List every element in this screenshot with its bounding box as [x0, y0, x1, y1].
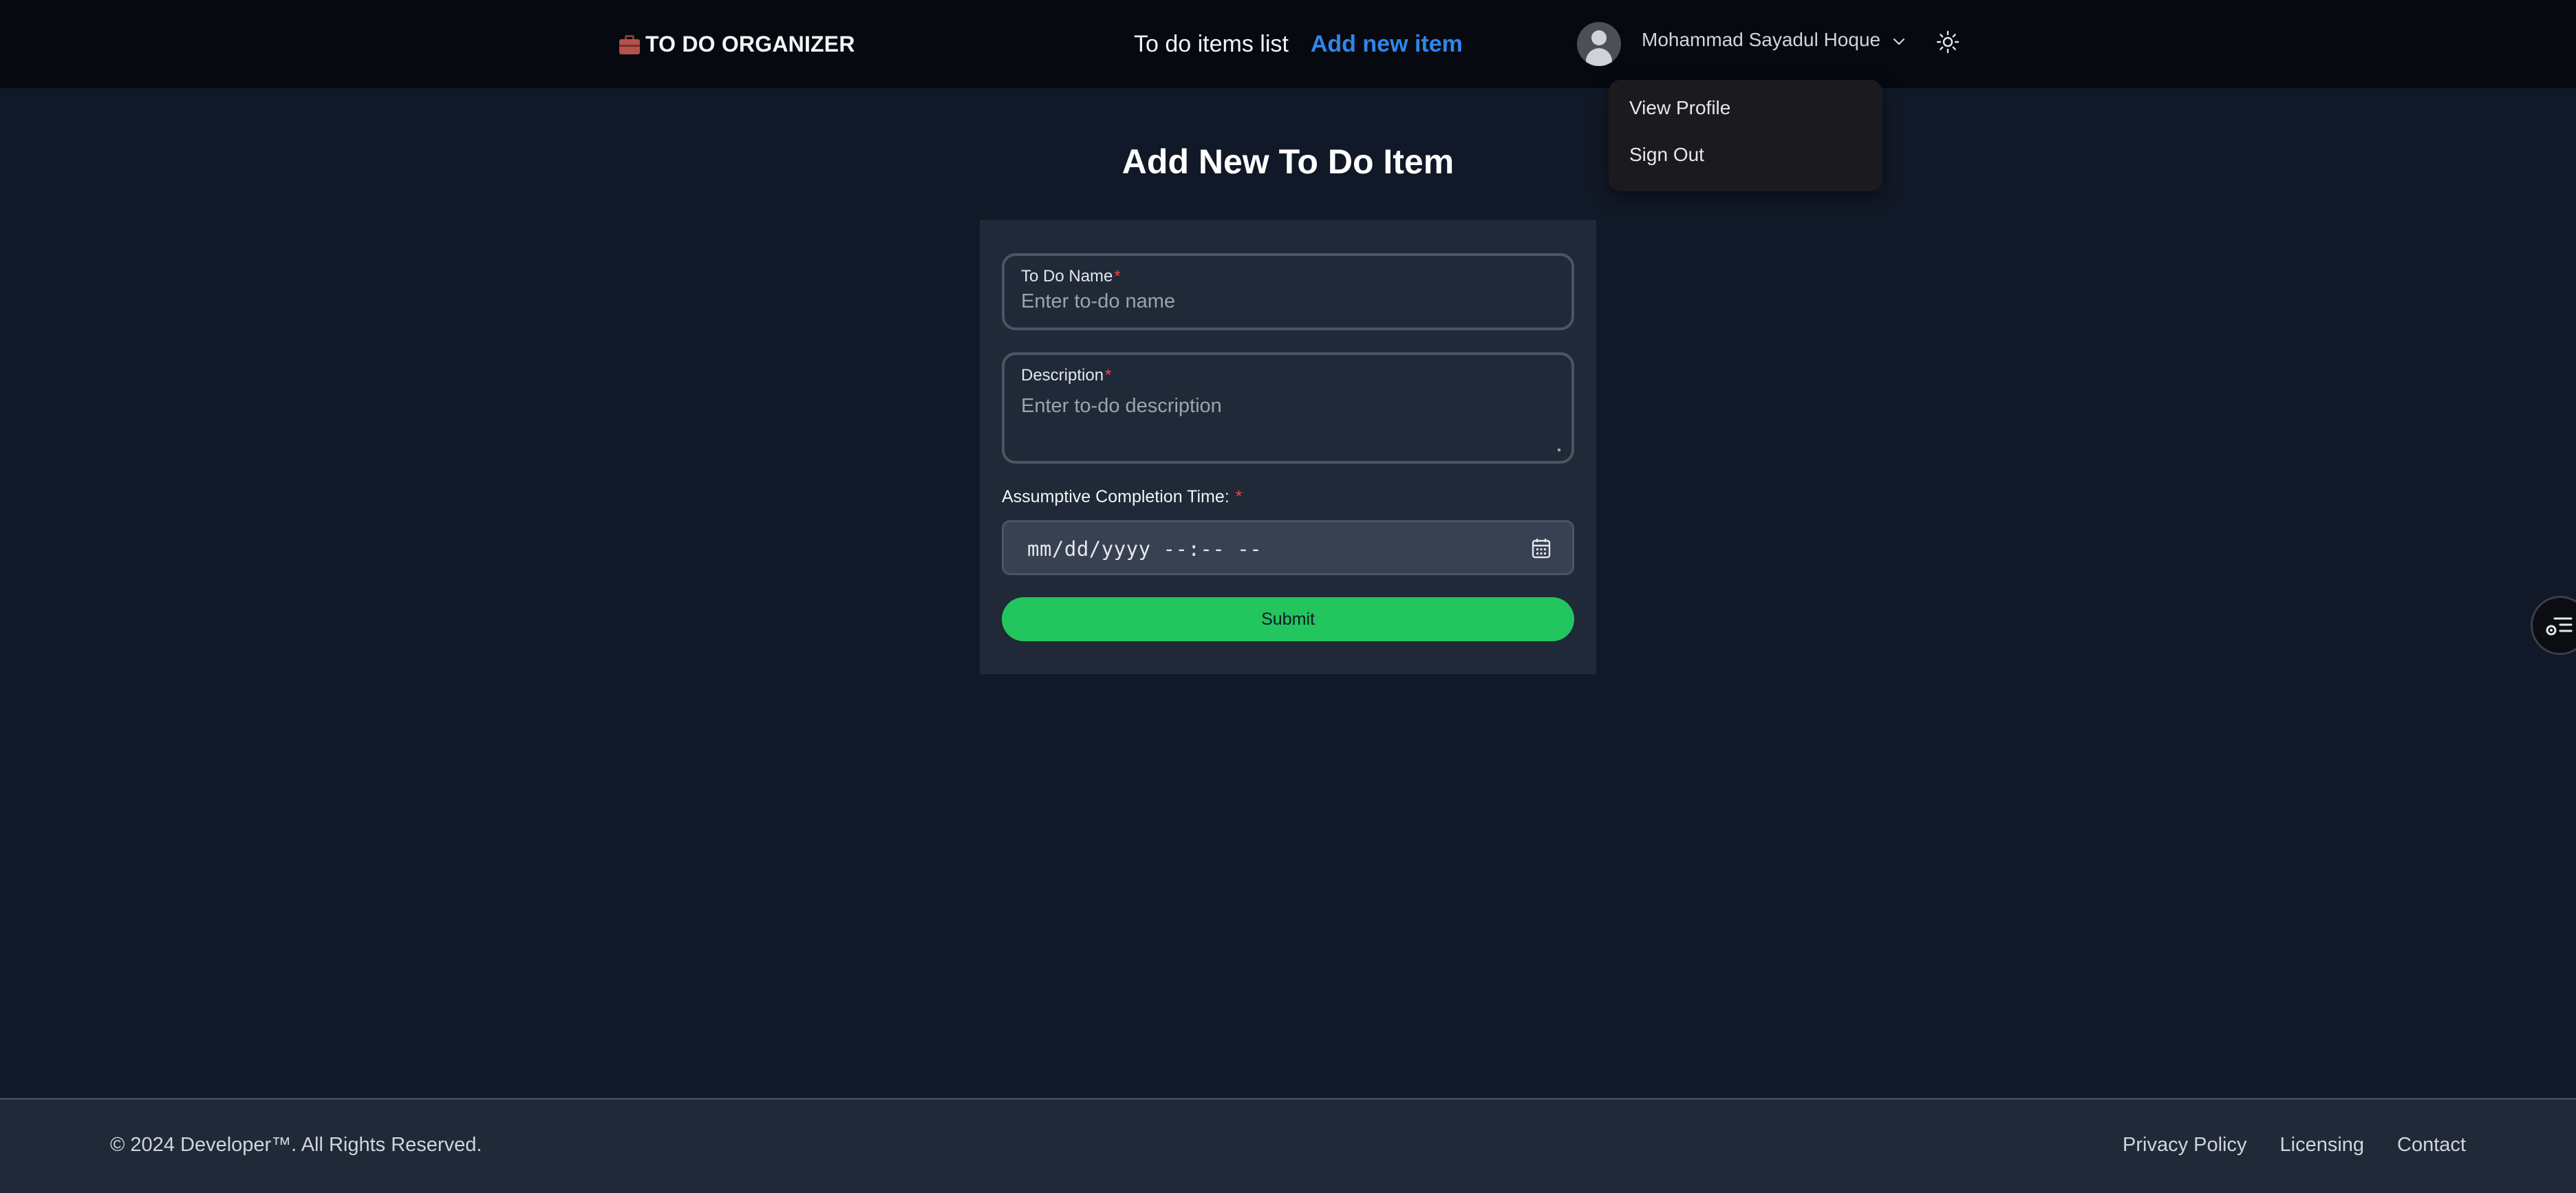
brand-logo[interactable]: TO DO ORGANIZER [618, 28, 855, 61]
description-textarea[interactable] [1021, 395, 1558, 450]
nav-link-add-new-item[interactable]: Add new item [1311, 31, 1463, 58]
footer-links: Privacy Policy Licensing Contact [2123, 1134, 2466, 1157]
todo-name-label: To Do Name* [1021, 267, 1121, 286]
required-mark: * [1114, 267, 1121, 286]
todo-name-input[interactable] [1021, 290, 1558, 313]
copyright-text: © 2024 Developer™. All Rights Reserved. [110, 1134, 482, 1156]
page: TO DO ORGANIZER To do items list Add new… [0, 0, 2576, 1193]
page-title: Add New To Do Item [1121, 142, 1455, 181]
user-avatar-icon[interactable] [1577, 22, 1621, 66]
description-field[interactable]: Description* [1002, 352, 1574, 464]
required-mark: * [1105, 366, 1112, 385]
navbar: TO DO ORGANIZER To do items list Add new… [0, 0, 2576, 191]
required-mark: * [1235, 487, 1243, 506]
sun-icon[interactable] [1936, 30, 1960, 54]
user-name[interactable]: Mohammad Sayadul Hoque [1642, 29, 1880, 51]
briefcase-icon [618, 34, 641, 54]
footer-link-privacy-policy[interactable]: Privacy Policy [2123, 1134, 2247, 1157]
completion-time-input[interactable]: mm/dd/yyyy --:-- -- [1002, 520, 1574, 575]
menu-item-view-profile[interactable]: View Profile [1629, 98, 1882, 144]
nav-link-todo-list[interactable]: To do items list [1134, 31, 1289, 58]
settings-list-icon [2546, 617, 2573, 636]
floating-settings-button[interactable] [2531, 596, 2576, 655]
calendar-icon[interactable] [1531, 537, 1552, 559]
footer-link-licensing[interactable]: Licensing [2280, 1134, 2365, 1157]
completion-time-label: Assumptive Completion Time: * [1002, 487, 1243, 506]
chevron-down-icon[interactable] [1891, 33, 1907, 50]
footer: © 2024 Developer™. All Rights Reserved. … [0, 1098, 2576, 1193]
resize-handle[interactable] [1558, 449, 1560, 451]
add-todo-form: To Do Name* Description* Assumptive Comp… [980, 220, 1596, 674]
footer-link-contact[interactable]: Contact [2397, 1134, 2466, 1157]
description-label: Description* [1021, 366, 1112, 385]
todo-name-field[interactable]: To Do Name* [1002, 253, 1574, 330]
brand-title: TO DO ORGANIZER [645, 31, 855, 56]
submit-button[interactable]: Submit [1002, 597, 1574, 641]
completion-time-value: mm/dd/yyyy --:-- -- [1027, 537, 1263, 561]
main-nav: To do items list Add new item [1134, 28, 1463, 61]
